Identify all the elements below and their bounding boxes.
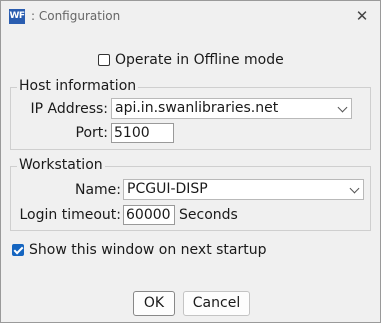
show-on-startup-checkbox[interactable] — [12, 244, 24, 256]
title-bar[interactable]: WF : Configuration ✕ — [1, 1, 380, 32]
host-information-legend: Host information — [17, 78, 139, 94]
show-on-startup-label[interactable]: Show this window on next startup — [29, 242, 267, 258]
chevron-down-icon[interactable] — [337, 102, 348, 113]
close-icon[interactable]: ✕ — [350, 4, 374, 28]
port-label: Port: — [75, 125, 108, 141]
ok-button[interactable]: OK — [133, 291, 175, 316]
offline-mode-checkbox[interactable] — [98, 54, 110, 66]
login-timeout-field[interactable]: 60000 — [123, 205, 175, 225]
chevron-down-icon[interactable] — [349, 183, 360, 194]
login-timeout-unit: Seconds — [179, 207, 238, 223]
show-on-startup-option[interactable]: Show this window on next startup — [12, 241, 267, 259]
window-title: : Configuration — [31, 9, 121, 23]
workstation-name-combo[interactable]: PCGUI-DISP — [123, 179, 364, 200]
login-timeout-label: Login timeout: — [19, 207, 122, 223]
ip-address-value: api.in.swanlibraries.net — [115, 100, 279, 116]
offline-mode-option[interactable]: Operate in Offline mode — [98, 51, 284, 69]
cancel-button[interactable]: Cancel — [183, 291, 250, 316]
app-icon: WF — [9, 9, 25, 24]
ip-address-combo[interactable]: api.in.swanlibraries.net — [111, 98, 352, 119]
port-field[interactable]: 5100 — [111, 123, 174, 143]
workstation-legend: Workstation — [17, 157, 105, 173]
offline-mode-label[interactable]: Operate in Offline mode — [115, 52, 284, 68]
workstation-name-value: PCGUI-DISP — [127, 181, 208, 197]
configuration-dialog: WF : Configuration ✕ Operate in Offline … — [0, 0, 381, 323]
workstation-name-label: Name: — [74, 182, 121, 198]
ip-address-label: IP Address: — [30, 101, 109, 117]
